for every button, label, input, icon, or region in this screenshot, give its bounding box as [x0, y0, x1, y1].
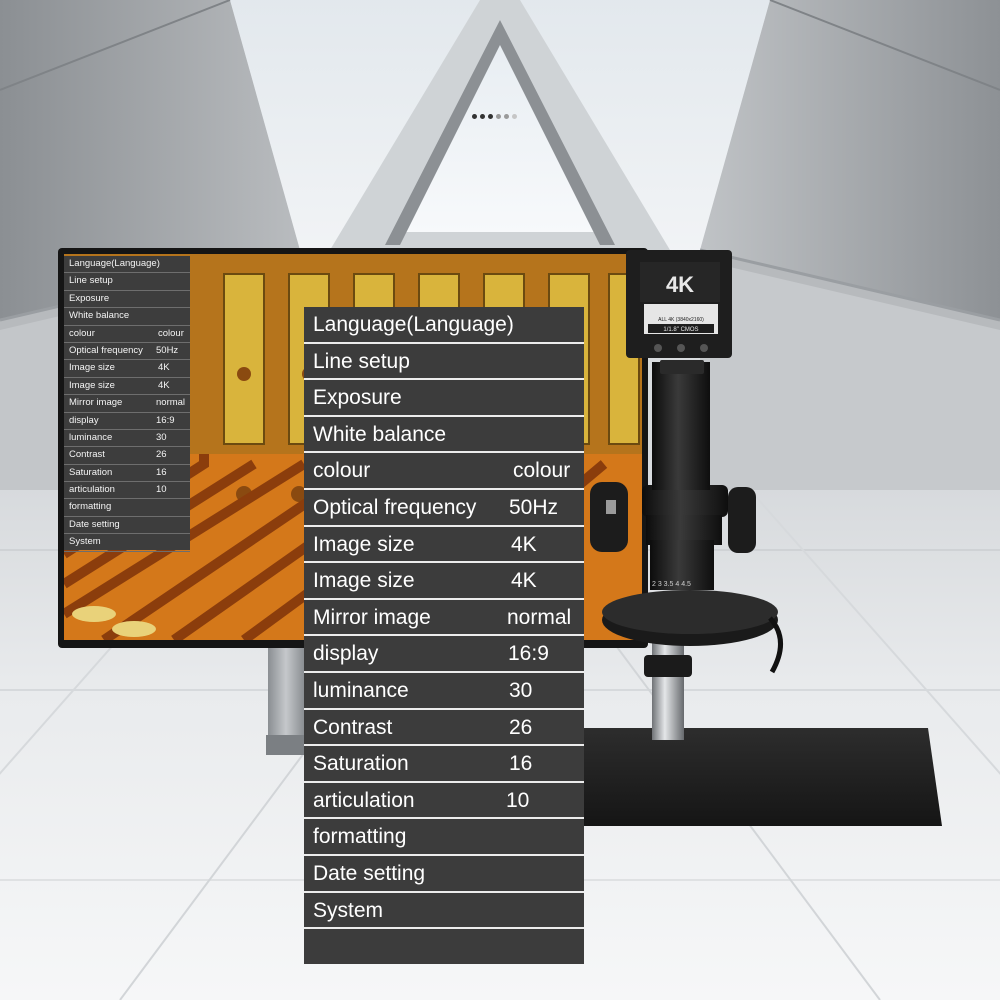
osd-menu-item-label: Language(Language)	[313, 313, 514, 336]
osd-menu-item-label: Image size	[313, 569, 415, 593]
osd-menu-item[interactable]: Contrast 26	[304, 710, 584, 747]
osd-menu-item[interactable]: Language(Language)	[304, 307, 584, 344]
osd-menu-item-value: 4K	[511, 569, 537, 593]
osd-menu-item-value: 26	[509, 715, 533, 739]
osd-menu-item[interactable]: articulation 10	[304, 783, 584, 820]
osd-menu-item[interactable]: Image size 4K	[304, 563, 584, 600]
osd-menu-item-label: display	[313, 642, 379, 666]
osd-menu-item-label: Image size	[313, 532, 415, 556]
osd-menu-item-label: Line setup	[313, 349, 410, 373]
osd-menu-item-label: Date setting	[313, 861, 426, 885]
osd-menu-item-value: 10	[506, 788, 530, 812]
osd-menu-item-label: White balance	[313, 422, 447, 446]
osd-menu-item-value: 16:9	[508, 642, 549, 666]
osd-menu-item-value: normal	[507, 605, 572, 629]
osd-menu-item[interactable]: System	[304, 893, 584, 930]
camera-spec-line: ALL 4K (3840x2160)	[658, 317, 704, 323]
osd-menu-item-label: Exposure	[313, 386, 402, 410]
camera-sensor-label: 1/1.8" CMOS	[663, 327, 698, 333]
osd-menu-item[interactable]: display 16:9	[304, 636, 584, 673]
osd-menu-item[interactable]: Saturation 16	[304, 746, 584, 783]
osd-menu-item-label: Optical frequency	[313, 495, 477, 519]
osd-menu-item-label: System	[313, 898, 384, 922]
osd-menu-item[interactable]: formatting	[304, 819, 584, 856]
osd-menu-item-value: 50Hz	[509, 495, 559, 519]
osd-menu-blank-row	[304, 929, 584, 964]
camera-4k-badge: 4K	[666, 272, 694, 297]
osd-menu-item-value: 16	[509, 752, 533, 776]
stand-base-plate	[584, 728, 942, 826]
osd-menu-item[interactable]: Optical frequency 50Hz	[304, 490, 584, 527]
osd-menu-item[interactable]: colour colour	[304, 453, 584, 490]
osd-menu-item-value: 4K	[511, 532, 537, 556]
camera-osd-menu[interactable]: Language(Language) Line setup Exposure Whit…	[304, 307, 584, 964]
osd-menu-item-value: 30	[509, 678, 533, 702]
osd-menu-item-label: formatting	[313, 825, 407, 849]
osd-menu-item-label: Mirror image	[313, 605, 431, 629]
osd-menu-item[interactable]: Line setup	[304, 344, 584, 381]
osd-menu-item-label: Saturation	[313, 752, 409, 776]
osd-menu-item[interactable]: Date setting	[304, 856, 584, 893]
osd-menu-item-label: colour	[313, 459, 371, 483]
osd-menu-item[interactable]: luminance 30	[304, 673, 584, 710]
osd-menu-item-label: luminance	[313, 678, 409, 702]
svg-text:2 3 3.5 4 4.5: 2 3 3.5 4 4.5	[652, 581, 691, 588]
osd-menu-item[interactable]: White balance	[304, 417, 584, 454]
osd-menu-item[interactable]: Mirror image normal	[304, 600, 584, 637]
osd-menu-item-label: articulation	[313, 788, 415, 812]
focus-knob-icon[interactable]	[728, 487, 756, 553]
osd-menu-item-label: Contrast	[313, 715, 393, 739]
lens-tube	[652, 362, 710, 490]
focus-knob-icon[interactable]	[590, 482, 628, 552]
osd-menu-item[interactable]: Image size 4K	[304, 527, 584, 564]
osd-menu-item-value: colour	[513, 459, 571, 483]
osd-menu-item[interactable]: Exposure	[304, 380, 584, 417]
